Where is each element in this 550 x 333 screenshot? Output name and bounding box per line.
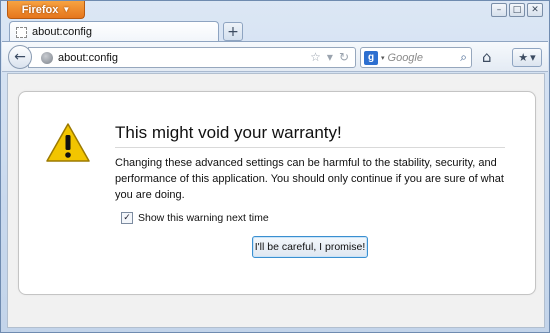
warning-title: This might void your warranty! xyxy=(115,123,505,148)
tab-label: about:config xyxy=(32,26,92,38)
page-content: This might void your warranty! Changing … xyxy=(7,73,545,328)
bookmarks-button[interactable]: ★ ▾ xyxy=(512,48,542,67)
window-controls: – □ ✕ xyxy=(491,3,543,17)
tab-about-config[interactable]: about:config xyxy=(9,21,219,42)
globe-icon xyxy=(41,51,53,64)
show-warning-label: Show this warning next time xyxy=(138,212,269,224)
firefox-menu-label: Firefox xyxy=(21,3,59,16)
home-icon[interactable]: ⌂ xyxy=(482,48,492,66)
search-icon[interactable]: ⌕ xyxy=(460,50,467,65)
reload-icon[interactable]: ↻ xyxy=(339,50,349,64)
search-bar[interactable]: g ▾ Google ⌕ xyxy=(360,47,472,68)
star-icon[interactable]: ☆ xyxy=(310,50,321,64)
browser-window: Firefox ▼ – □ ✕ about:config + about:con… xyxy=(0,0,550,333)
url-bar-actions: ☆ ▾ ↻ xyxy=(310,50,349,64)
firefox-menu-button[interactable]: Firefox ▼ xyxy=(7,1,85,19)
close-button[interactable]: ✕ xyxy=(527,3,543,17)
search-input[interactable]: Google xyxy=(388,52,423,64)
search-engine-dropdown-icon[interactable]: ▾ xyxy=(381,54,385,62)
warning-message: Changing these advanced settings can be … xyxy=(115,157,504,201)
url-text: about:config xyxy=(58,51,118,64)
bookmarks-icon: ★ xyxy=(518,51,529,64)
warning-panel: This might void your warranty! Changing … xyxy=(18,91,536,295)
warning-icon xyxy=(46,123,90,162)
dropdown-icon[interactable]: ▾ xyxy=(327,50,333,64)
google-icon[interactable]: g xyxy=(364,50,378,65)
new-tab-button[interactable]: + xyxy=(223,22,243,41)
accept-risk-button[interactable]: I'll be careful, I promise! xyxy=(252,236,368,258)
back-arrow-icon: ← xyxy=(14,49,26,65)
show-warning-option[interactable]: ✓ Show this warning next time xyxy=(121,212,269,224)
back-button[interactable]: ← xyxy=(8,45,32,69)
navigation-toolbar: about:config ☆ ▾ ↻ ← g ▾ Google ⌕ ⌂ ★ ▾ xyxy=(2,41,548,72)
chevron-down-icon: ▼ xyxy=(62,5,71,14)
maximize-button[interactable]: □ xyxy=(509,3,525,17)
minimize-button[interactable]: – xyxy=(491,3,507,17)
show-warning-checkbox[interactable]: ✓ xyxy=(121,212,133,224)
url-bar[interactable]: about:config ☆ ▾ ↻ xyxy=(28,47,356,68)
page-icon xyxy=(16,26,27,38)
chevron-down-icon: ▾ xyxy=(530,51,536,64)
